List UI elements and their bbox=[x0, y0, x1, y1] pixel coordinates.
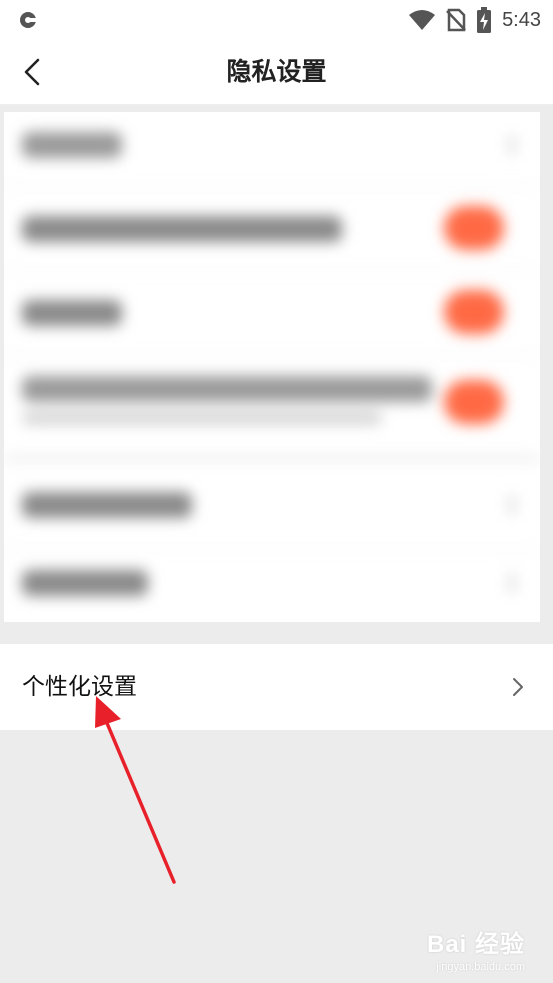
blurred-settings-list bbox=[4, 112, 540, 622]
watermark-sub: jingyan.baidu.com bbox=[436, 961, 525, 973]
wifi-icon bbox=[409, 10, 436, 30]
watermark-main: Bai 经验 bbox=[426, 931, 525, 958]
status-right: 5:43 bbox=[408, 6, 541, 34]
status-time: 5:43 bbox=[502, 8, 541, 31]
no-sim-icon bbox=[446, 8, 466, 32]
battery-charging-icon bbox=[477, 7, 492, 33]
app-notification-icon bbox=[20, 12, 37, 28]
baidu-jingyan-watermark: Bai 经验 jingyan.baidu.com bbox=[427, 924, 525, 973]
personalization-settings-label: 个性化设置 bbox=[22, 674, 137, 700]
chevron-right-icon bbox=[513, 678, 523, 696]
page-title: 隐私设置 bbox=[226, 57, 327, 86]
top-nav-bar: 隐私设置 bbox=[0, 40, 553, 105]
status-bar: 5:43 bbox=[0, 0, 553, 40]
section-divider bbox=[0, 622, 553, 644]
personalization-settings-row[interactable]: 个性化设置 bbox=[0, 644, 553, 730]
